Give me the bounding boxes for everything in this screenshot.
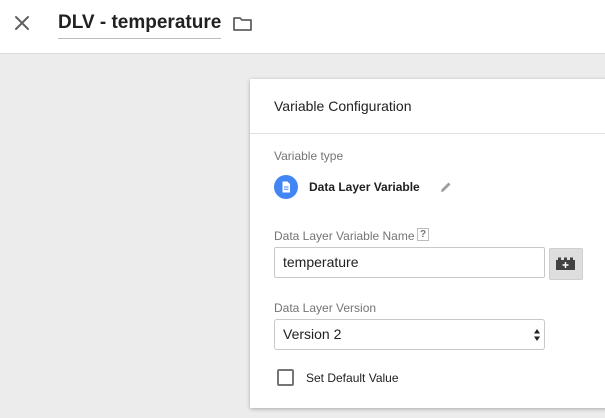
default-value-label[interactable]: Set Default Value xyxy=(306,371,399,385)
version-label: Data Layer Version xyxy=(274,301,377,315)
close-icon[interactable] xyxy=(13,14,31,32)
variable-picker-button[interactable] xyxy=(549,248,583,280)
top-bar: DLV - temperature xyxy=(0,0,605,54)
folder-icon[interactable] xyxy=(232,15,254,33)
default-value-checkbox[interactable] xyxy=(277,369,294,386)
document-icon[interactable] xyxy=(274,175,298,199)
pencil-icon[interactable] xyxy=(439,180,453,194)
variable-type-name[interactable]: Data Layer Variable xyxy=(309,180,420,194)
help-badge[interactable]: ? xyxy=(417,228,429,241)
select-arrows-icon xyxy=(534,329,540,341)
variable-configuration-card: Variable Configuration Variable type Dat… xyxy=(250,79,605,408)
brick-plus-icon xyxy=(556,257,575,270)
version-select[interactable]: Version 2 xyxy=(274,319,545,350)
card-header: Variable Configuration xyxy=(250,79,605,134)
variable-name-input[interactable]: temperature xyxy=(274,247,545,278)
card-title: Variable Configuration xyxy=(274,98,412,114)
variable-type-label: Variable type xyxy=(274,149,344,163)
variable-name-label: Data Layer Variable Name xyxy=(274,229,415,243)
variable-title[interactable]: DLV - temperature xyxy=(58,11,222,39)
version-selected-value: Version 2 xyxy=(283,326,342,342)
